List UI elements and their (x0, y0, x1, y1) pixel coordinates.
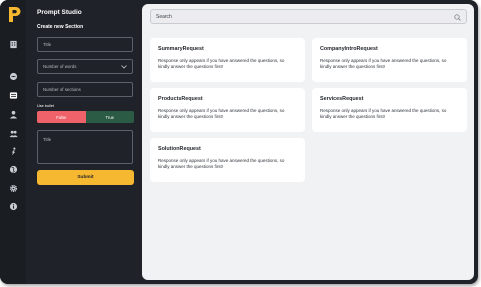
title-placeholder: Title (43, 42, 52, 47)
globe-icon[interactable] (8, 164, 18, 174)
section-body-textarea[interactable]: Title (37, 130, 133, 164)
app-title: Prompt Studio (37, 9, 82, 16)
bullet-false-option[interactable]: False (37, 111, 86, 123)
users-icon[interactable] (8, 128, 18, 138)
logo-icon (9, 7, 21, 22)
body-placeholder: Title (43, 137, 52, 142)
search-placeholder: Search (156, 13, 172, 20)
title-input[interactable]: Title (37, 37, 133, 52)
main-content: Search SummaryRequest Response only appe… (142, 4, 474, 280)
section-form-panel: Prompt Studio Create new Section Title N… (26, 0, 142, 284)
submit-button[interactable]: Submit (37, 170, 134, 185)
sections-placeholder: Number of sections (43, 87, 81, 92)
words-placeholder: Number of words (43, 64, 77, 69)
number-of-sections-input[interactable]: Number of sections (37, 82, 133, 97)
card-summary-request[interactable]: SummaryRequest Response only appears if … (150, 38, 305, 82)
building-icon[interactable] (8, 39, 18, 49)
info-icon[interactable] (8, 201, 18, 211)
user-icon[interactable] (8, 109, 18, 119)
bullet-true-option[interactable]: True (85, 111, 134, 123)
card-text: Response only appears if you have answer… (158, 108, 285, 119)
chevron-down-icon (121, 65, 127, 69)
use-bullet-toggle: False True (37, 111, 134, 123)
card-title: SummaryRequest (158, 46, 204, 52)
use-bullet-label: Use bullet (37, 104, 54, 108)
list-icon[interactable] (8, 90, 18, 100)
card-text: Response only appears if you have answer… (158, 58, 285, 69)
icon-rail (0, 0, 26, 284)
gear-icon[interactable] (8, 183, 18, 193)
card-title: ProductsRequest (158, 96, 203, 102)
search-input[interactable]: Search (150, 9, 467, 24)
card-title: SolutionRequest (158, 146, 201, 152)
card-services-request[interactable]: ServicesRequest Response only appears if… (312, 88, 467, 132)
card-title: ServicesRequest (320, 96, 364, 102)
form-heading: Create new Section (37, 24, 84, 30)
card-products-request[interactable]: ProductsRequest Response only appears if… (150, 88, 305, 132)
card-text: Response only appears if you have answer… (320, 58, 447, 69)
search-icon[interactable] (454, 13, 461, 21)
number-of-words-select[interactable]: Number of words (37, 59, 133, 74)
card-title: CompanyIntroRequest (320, 46, 378, 52)
card-text: Response only appears if you have answer… (158, 158, 285, 169)
card-text: Response only appears if you have answer… (320, 108, 447, 119)
card-solution-request[interactable]: SolutionRequest Response only appears if… (150, 138, 305, 182)
run-icon[interactable] (8, 146, 18, 156)
app-window: Prompt Studio Create new Section Title N… (0, 0, 478, 284)
chat-icon[interactable] (8, 71, 18, 81)
card-company-intro-request[interactable]: CompanyIntroRequest Response only appear… (312, 38, 467, 82)
